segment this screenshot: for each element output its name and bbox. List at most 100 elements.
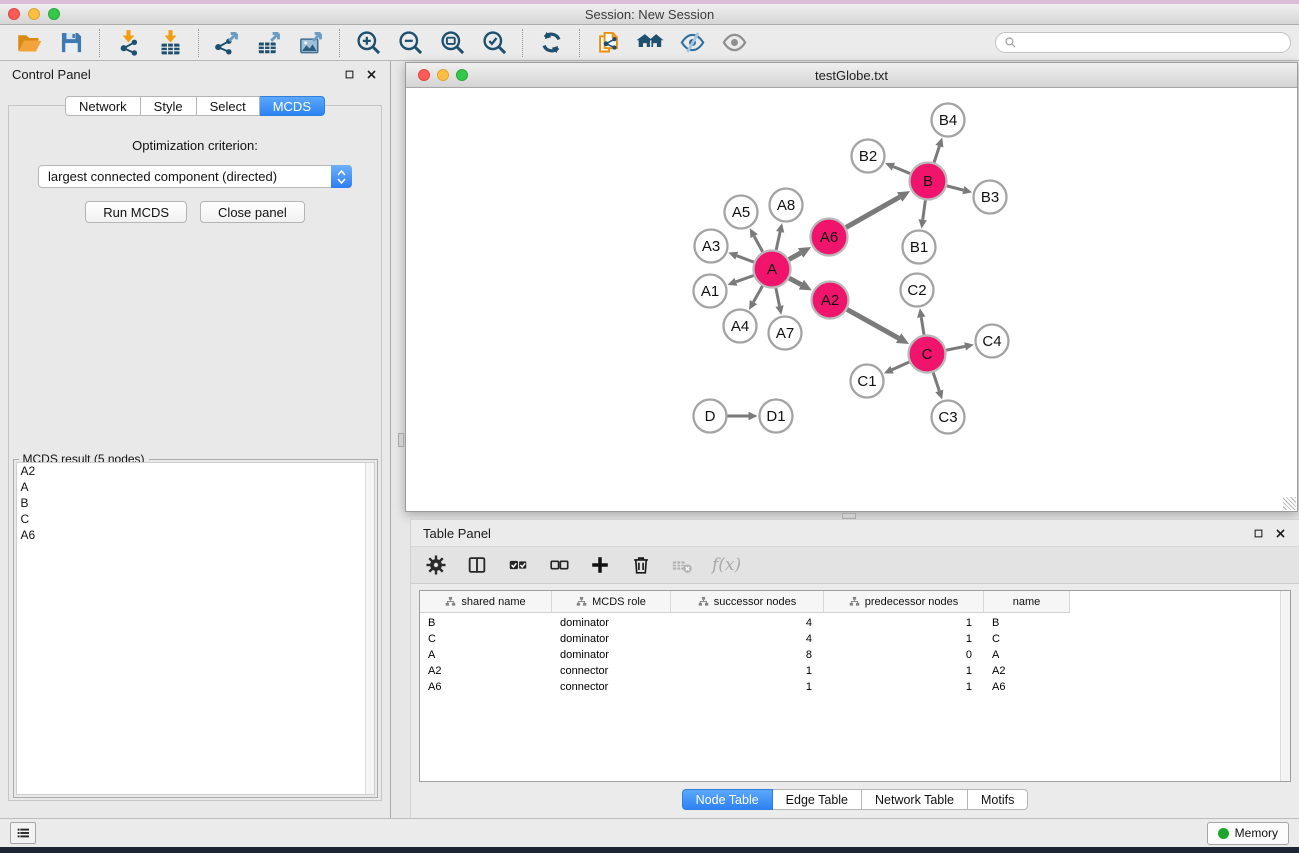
graph-node-B[interactable]: B	[910, 163, 947, 200]
graph-node-C1[interactable]: C1	[851, 365, 884, 398]
graph-edge-A-A2[interactable]	[789, 278, 812, 290]
new-network-from-selection-button[interactable]	[587, 27, 629, 59]
result-list-scrollbar[interactable]	[365, 463, 374, 794]
network-window-titlebar[interactable]: testGlobe.txt	[406, 63, 1297, 88]
result-list-item[interactable]: A6	[17, 527, 374, 543]
export-image-button[interactable]	[290, 27, 332, 59]
graph-edge-A-A8[interactable]	[776, 223, 784, 250]
graph-node-B1[interactable]: B1	[903, 231, 936, 264]
graph-edge-A6-B[interactable]	[846, 191, 910, 227]
network-close-button[interactable]	[418, 69, 430, 81]
graph-node-C4[interactable]: C4	[976, 325, 1009, 358]
control-panel-close-button[interactable]	[365, 68, 378, 81]
criterion-select[interactable]: largest connected component (directed)	[38, 165, 352, 188]
export-table-button[interactable]	[248, 27, 290, 59]
graph-edge-B-B2[interactable]	[885, 163, 910, 174]
result-list-item[interactable]: C	[17, 511, 374, 527]
column-header-successor-nodes[interactable]: successor nodes	[671, 591, 824, 612]
deselect-all-rows-button[interactable]	[548, 554, 570, 576]
graph-node-B4[interactable]: B4	[932, 104, 965, 137]
graph-node-A6[interactable]: A6	[811, 219, 848, 256]
table-row[interactable]: Cdominator41C	[420, 631, 1290, 647]
column-header-shared-name[interactable]: shared name	[420, 591, 552, 612]
graph-node-A3[interactable]: A3	[695, 230, 728, 263]
apply-layout-button[interactable]	[530, 27, 572, 59]
graph-node-A2[interactable]: A2	[812, 282, 849, 319]
network-minimize-button[interactable]	[437, 69, 449, 81]
table-panel-float-button[interactable]	[1252, 527, 1265, 540]
table-panel-close-button[interactable]	[1274, 527, 1287, 540]
search-input[interactable]	[1022, 36, 1282, 50]
home-button[interactable]	[629, 27, 671, 59]
zoom-in-button[interactable]	[347, 27, 389, 59]
delete-table-button[interactable]	[671, 554, 693, 576]
result-list-item[interactable]: A	[17, 479, 374, 495]
table-scrollbar[interactable]	[1280, 591, 1290, 781]
tab-network[interactable]: Network	[65, 96, 141, 116]
graph-edge-B-B1[interactable]	[919, 200, 927, 228]
tab-style[interactable]: Style	[141, 96, 197, 116]
graph-edge-A-A4[interactable]	[749, 286, 762, 310]
run-mcds-button[interactable]: Run MCDS	[85, 201, 187, 223]
graph-edge-B-B4[interactable]	[934, 138, 943, 163]
result-list-item[interactable]: A2	[17, 463, 374, 479]
select-all-rows-button[interactable]	[507, 554, 529, 576]
zoom-window-button[interactable]	[48, 8, 60, 20]
graph-node-D[interactable]: D	[694, 400, 727, 433]
graph-node-A1[interactable]: A1	[694, 275, 727, 308]
hide-graphics-details-button[interactable]	[671, 27, 713, 59]
tab-edge-table[interactable]: Edge Table	[773, 789, 862, 810]
graph-node-B3[interactable]: B3	[974, 181, 1007, 214]
graph-node-A4[interactable]: A4	[724, 310, 757, 343]
table-row[interactable]: A2connector11A2	[420, 663, 1290, 679]
graph-edge-C-C3[interactable]	[933, 372, 943, 399]
graph-node-A[interactable]: A	[754, 251, 791, 288]
open-session-button[interactable]	[8, 27, 50, 59]
graph-edge-B-B3[interactable]	[947, 186, 972, 194]
graph-node-A7[interactable]: A7	[769, 317, 802, 350]
desktop-vertical-scroll-thumb[interactable]	[398, 433, 404, 447]
graph-edge-C-C1[interactable]	[884, 362, 909, 374]
close-panel-button[interactable]: Close panel	[200, 201, 305, 223]
create-new-column-button[interactable]	[589, 554, 611, 576]
mcds-result-list[interactable]: A2ABCA6	[16, 462, 375, 795]
delete-columns-button[interactable]	[630, 554, 652, 576]
graph-node-A5[interactable]: A5	[725, 196, 758, 229]
column-header-name[interactable]: name	[984, 591, 1070, 612]
control-panel-float-button[interactable]	[343, 68, 356, 81]
tab-motifs[interactable]: Motifs	[968, 789, 1028, 810]
graph-edge-A2-C[interactable]	[847, 309, 909, 344]
tab-select[interactable]: Select	[197, 96, 260, 116]
network-zoom-button[interactable]	[456, 69, 468, 81]
table-row[interactable]: Bdominator41B	[420, 615, 1290, 631]
graph-edge-A-A6[interactable]	[789, 247, 811, 259]
graph-node-A8[interactable]: A8	[770, 189, 803, 222]
graph-edge-A-A5[interactable]	[750, 228, 763, 252]
tab-node-table[interactable]: Node Table	[682, 789, 773, 810]
minimize-window-button[interactable]	[28, 8, 40, 20]
graph-edge-A-A1[interactable]	[727, 276, 753, 286]
graph-node-C[interactable]: C	[909, 336, 946, 373]
show-graphics-details-button[interactable]	[713, 27, 755, 59]
tab-network-table[interactable]: Network Table	[862, 789, 968, 810]
zoom-selected-button[interactable]	[473, 27, 515, 59]
table-settings-button[interactable]	[425, 554, 447, 576]
graph-node-B2[interactable]: B2	[852, 140, 885, 173]
function-builder-button[interactable]: f(x)	[712, 555, 741, 575]
task-history-button[interactable]	[10, 822, 36, 844]
resize-grip-icon[interactable]	[1283, 497, 1296, 510]
zoom-fit-button[interactable]	[431, 27, 473, 59]
close-window-button[interactable]	[8, 8, 20, 20]
import-table-from-file-button[interactable]	[149, 27, 191, 59]
graph-edge-D-D1[interactable]	[728, 412, 758, 420]
table-row[interactable]: A6connector11A6	[420, 679, 1290, 695]
import-network-from-file-button[interactable]	[107, 27, 149, 59]
graph-edge-A-A7[interactable]	[775, 288, 783, 315]
table-row[interactable]: Adominator80A	[420, 647, 1290, 663]
memory-button[interactable]: Memory	[1207, 822, 1289, 845]
graph-edge-C-C2[interactable]	[917, 308, 925, 334]
graph-node-D1[interactable]: D1	[760, 400, 793, 433]
tab-mcds[interactable]: MCDS	[260, 96, 325, 116]
network-graph[interactable]: AA1A2A3A4A5A6A7A8BB1B2B3B4CC1C2C3C4DD1	[406, 88, 1297, 511]
export-network-button[interactable]	[206, 27, 248, 59]
